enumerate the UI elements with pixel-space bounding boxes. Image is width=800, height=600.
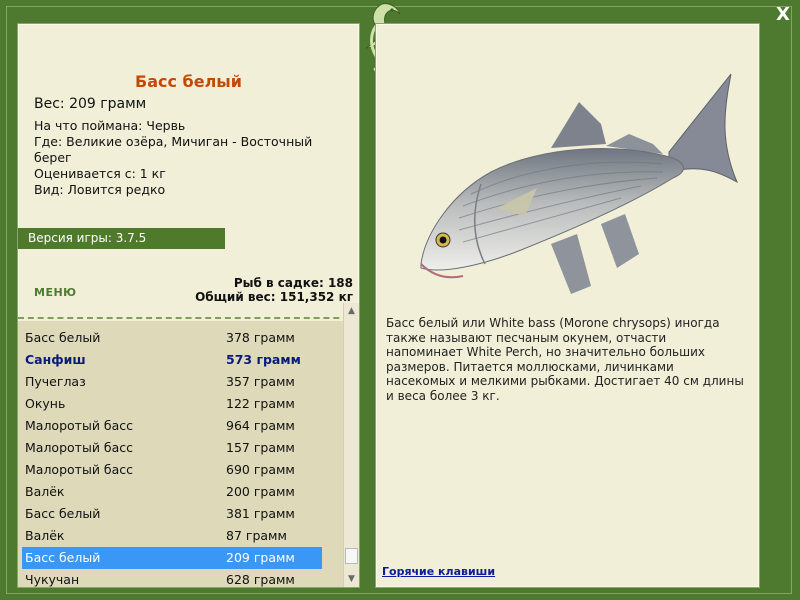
list-item-weight: 573 грамм (226, 352, 301, 367)
caught-with: На что поймана: Червь (34, 118, 186, 133)
list-item[interactable]: Малоротый басс 690 грамм (22, 459, 322, 481)
scroll-up-arrow-icon[interactable]: ▲ (344, 303, 359, 319)
list-item[interactable]: Чукучан 628 грамм (22, 569, 322, 591)
list-item-name: Санфиш (25, 352, 86, 367)
list-item-weight: 357 грамм (226, 374, 295, 389)
list-item[interactable]: Малоротый басс 157 грамм (22, 437, 322, 459)
list-item-name: Басс белый (25, 550, 101, 565)
list-item-name: Малоротый басс (25, 440, 134, 455)
list-item-name: Чукучан (25, 572, 80, 587)
list-item-weight: 378 грамм (226, 330, 295, 345)
list-item-name: Пучеглаз (25, 374, 86, 389)
white-bass-image (420, 73, 739, 294)
list-item-weight: 87 грамм (226, 528, 287, 543)
fish-description: Басс белый или White bass (Morone chryso… (386, 316, 744, 403)
list-item-weight: 381 грамм (226, 506, 295, 521)
version-bar: Версия игры: 3.7.5 (18, 228, 225, 249)
list-item[interactable]: Басс белый 378 грамм (22, 327, 322, 349)
list-item-weight: 209 грамм (226, 550, 295, 565)
list-item-name: Малоротый басс (25, 418, 134, 433)
list-item[interactable]: Окунь 122 грамм (22, 393, 322, 415)
fish-count: Рыб в садке: 188 (233, 276, 353, 290)
scroll-thumb[interactable] (345, 548, 358, 564)
list-item[interactable]: Басс белый 381 грамм (22, 503, 322, 525)
list-item-weight: 200 грамм (226, 484, 295, 499)
list-item[interactable]: Санфиш 573 грамм (22, 349, 322, 371)
catch-value: Оценивается с: 1 кг (34, 166, 166, 181)
list-item[interactable]: Пучеглаз 357 грамм (22, 371, 322, 393)
list-item-weight: 122 грамм (226, 396, 295, 411)
fish-list: Басс белый 378 грамм Санфиш 573 грамм Пучегл… (18, 321, 359, 587)
scroll-down-arrow-icon[interactable]: ▼ (344, 571, 359, 587)
list-item[interactable]: Валёк 87 грамм (22, 525, 322, 547)
catch-details: На что поймана: Червь Где: Великие озёра… (34, 118, 344, 198)
catch-info-panel: Басс белый Вес: 209 грамм На что поймана… (17, 23, 360, 588)
list-item[interactable]: Малоротый басс 964 грамм (22, 415, 322, 437)
catch-kind: Вид: Ловится редко (34, 182, 166, 197)
catch-location: Где: Великие озёра, Мичиган - Восточный … (34, 134, 313, 165)
list-item-name: Окунь (25, 396, 66, 411)
list-item[interactable]: Валёк 200 грамм (22, 481, 322, 503)
fish-description-panel: Басс белый или White bass (Morone chryso… (375, 23, 760, 588)
list-item-weight: 964 грамм (226, 418, 295, 433)
dashed-divider (18, 317, 359, 319)
fish-weight: Вес: 209 грамм (34, 96, 147, 112)
keepnet-stats: Рыб в садке: 188 Общий вес: 151,352 кг (195, 276, 353, 304)
list-item-name: Басс белый (25, 506, 101, 521)
list-item-name: Валёк (25, 528, 65, 543)
list-item-name: Малоротый басс (25, 462, 134, 477)
close-icon[interactable]: X (774, 6, 792, 24)
fish-title: Басс белый (135, 72, 242, 91)
total-weight: Общий вес: 151,352 кг (195, 290, 353, 304)
menu-button[interactable]: МЕНЮ (34, 286, 77, 299)
list-item[interactable]: Басс белый 209 грамм (22, 547, 322, 569)
list-item-weight: 690 грамм (226, 462, 295, 477)
hotkeys-link[interactable]: Горячие клавиши (382, 565, 495, 578)
list-item-name: Валёк (25, 484, 65, 499)
list-scrollbar[interactable]: ▲ ▼ (343, 303, 359, 587)
list-item-name: Басс белый (25, 330, 101, 345)
list-item-weight: 157 грамм (226, 440, 295, 455)
list-item-weight: 628 грамм (226, 572, 295, 587)
